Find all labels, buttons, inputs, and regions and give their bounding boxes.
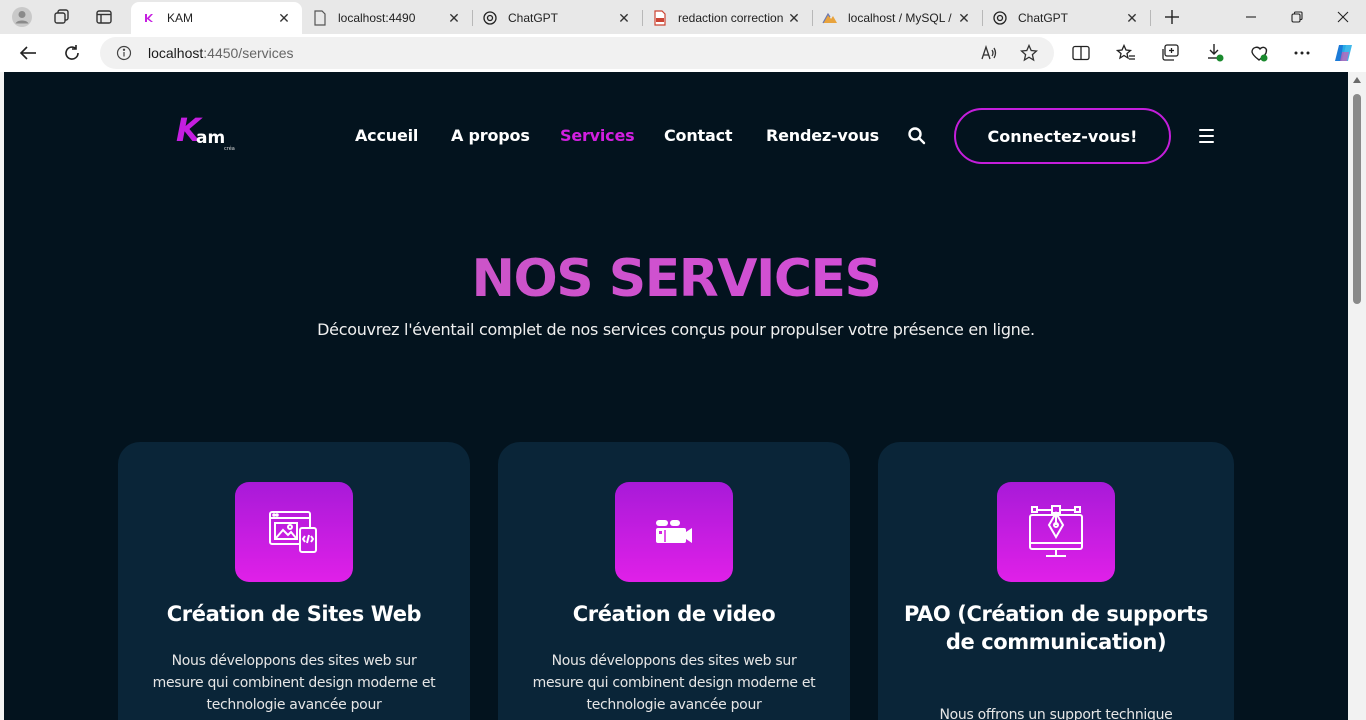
search-icon[interactable] (907, 126, 927, 146)
chatgpt-icon (482, 10, 498, 26)
service-description: Nous offrons un support technique (939, 707, 1173, 720)
logo-text-crea: créa (224, 146, 235, 152)
url-host: localhost (148, 45, 204, 61)
tab-label: KAM (167, 11, 194, 25)
page-viewport: K am créa Accueil A propos Services Cont… (4, 72, 1348, 720)
scroll-up-arrow-icon[interactable] (1353, 77, 1361, 83)
page-subtitle: Découvrez l'éventail complet de nos serv… (317, 320, 1035, 339)
profile-icon[interactable] (8, 5, 36, 29)
tab-label: redaction correction (678, 11, 784, 25)
service-card-pao[interactable]: PAO (Création de supports de communicati… (878, 442, 1234, 720)
service-description: Nous développons des sites web sur mesur… (152, 653, 436, 713)
service-card-video[interactable]: Création de video Nous développons des s… (498, 442, 850, 720)
video-camera-icon (615, 482, 733, 582)
favorites-icon[interactable] (1114, 42, 1138, 64)
tab-label: localhost:4490 (338, 11, 416, 25)
url-path: :4450/services (203, 45, 294, 61)
nav-services[interactable]: Services (560, 126, 635, 145)
back-arrow-icon[interactable] (12, 39, 44, 67)
minimize-icon[interactable] (1228, 0, 1274, 34)
favorite-star-icon[interactable] (1018, 43, 1040, 63)
close-window-icon[interactable] (1320, 0, 1366, 34)
tab-actions-icon[interactable] (90, 5, 118, 29)
close-tab-icon[interactable]: ✕ (956, 10, 972, 26)
site-info-icon[interactable] (116, 45, 132, 61)
browser-essentials-icon[interactable] (1247, 42, 1271, 64)
refresh-icon[interactable] (56, 39, 88, 67)
phpmyadmin-icon (822, 10, 838, 26)
vertical-scrollbar[interactable] (1348, 72, 1366, 720)
page-icon (312, 10, 328, 26)
browser-tab-bar: KAM ✕ localhost:4490 ✕ ChatGPT ✕ redacti… (0, 0, 1366, 34)
graphic-design-icon (997, 482, 1115, 582)
tab-redaction-correction[interactable]: redaction correction ✕ (642, 2, 812, 34)
close-tab-icon[interactable]: ✕ (616, 10, 632, 26)
service-title: Création de Sites Web (166, 602, 422, 626)
nav-accueil[interactable]: Accueil (355, 126, 418, 145)
split-screen-icon[interactable] (1069, 42, 1093, 64)
close-tab-icon[interactable]: ✕ (1124, 10, 1140, 26)
service-title: Création de video (572, 602, 776, 626)
browser-toolbar: localhost:4450/services (0, 34, 1366, 72)
service-card-web[interactable]: Création de Sites Web Nous développons d… (118, 442, 470, 720)
scrollbar-thumb[interactable] (1353, 94, 1361, 304)
address-bar[interactable]: localhost:4450/services (100, 37, 1054, 69)
nav-contact[interactable]: Contact (664, 126, 733, 145)
tab-label: ChatGPT (508, 11, 559, 25)
restore-icon[interactable] (1274, 0, 1320, 34)
tab-phpmyadmin[interactable]: localhost / MySQL / ✕ (812, 2, 982, 34)
connect-button[interactable]: Connectez-vous! (954, 108, 1171, 164)
tab-kam[interactable]: KAM ✕ (131, 2, 302, 34)
close-tab-icon[interactable]: ✕ (446, 10, 462, 26)
hamburger-menu-icon[interactable] (1199, 129, 1215, 143)
close-tab-icon[interactable]: ✕ (786, 10, 802, 26)
tab-label: localhost / MySQL / (848, 11, 952, 25)
copilot-icon[interactable] (1332, 42, 1356, 64)
kam-logo[interactable]: K am créa (174, 112, 244, 156)
collections-icon[interactable] (1158, 42, 1182, 64)
service-description: Nous développons des sites web sur mesur… (532, 653, 816, 713)
url-text[interactable]: localhost:4450/services (148, 45, 294, 61)
tab-label: ChatGPT (1018, 11, 1069, 25)
logo-text-am: am (196, 128, 226, 148)
kam-favicon-icon (141, 10, 157, 26)
more-options-icon[interactable] (1290, 42, 1314, 64)
nav-a-propos[interactable]: A propos (451, 126, 530, 145)
pdf-icon (652, 10, 668, 26)
tab-localhost-4490[interactable]: localhost:4490 ✕ (302, 2, 472, 34)
downloads-icon[interactable] (1203, 42, 1227, 64)
new-tab-icon[interactable] (1158, 5, 1186, 29)
tab-chatgpt[interactable]: ChatGPT ✕ (472, 2, 642, 34)
nav-rendez-vous[interactable]: Rendez-vous (766, 126, 879, 145)
tab-separator (1150, 10, 1151, 26)
page-title: NOS SERVICES (4, 247, 1348, 311)
close-tab-icon[interactable]: ✕ (276, 10, 292, 26)
web-design-icon (235, 482, 353, 582)
chatgpt-icon (992, 10, 1008, 26)
service-title: PAO (Création de supports de communicati… (903, 602, 1208, 654)
tab-chatgpt-2[interactable]: ChatGPT ✕ (982, 2, 1150, 34)
workspaces-icon[interactable] (48, 5, 76, 29)
read-aloud-icon[interactable] (978, 43, 1000, 63)
